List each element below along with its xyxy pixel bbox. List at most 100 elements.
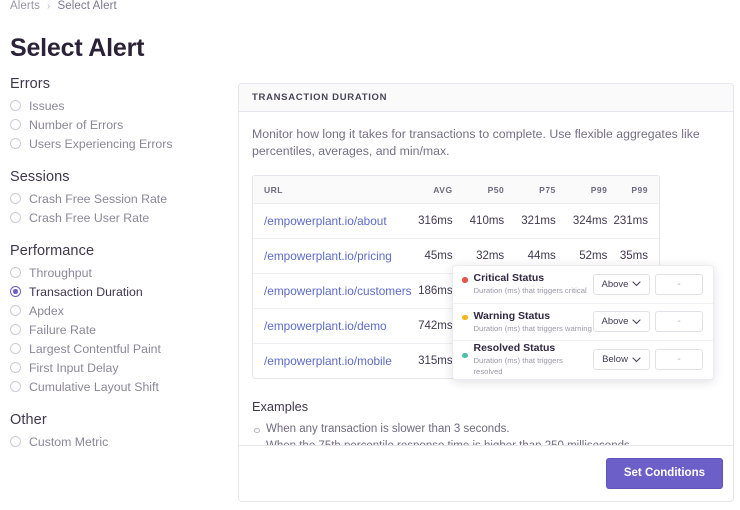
sidebar-group: Errors Issues Number of Errors Users Experi… — [8, 76, 230, 153]
column-header: P75 — [504, 176, 556, 204]
sidebar-option-label: First Input Delay — [29, 360, 119, 375]
radio-button-icon[interactable] — [10, 343, 21, 354]
sidebar-option-label: Users Experiencing Errors — [29, 136, 173, 151]
table-cell-metric: 324ms — [555, 203, 608, 239]
threshold-subtitle: Duration (ms) that triggers critical — [473, 286, 587, 296]
sidebar-option-transaction-duration[interactable]: Transaction Duration — [8, 282, 230, 301]
threshold-title: Warning Status — [473, 309, 551, 322]
threshold-row: Resolved Status Duration (ms) that trigge… — [453, 341, 713, 379]
radio-button-icon[interactable] — [10, 193, 21, 204]
radio-button-icon[interactable] — [10, 212, 21, 223]
threshold-row: Warning Status Duration (ms) that trigger… — [453, 304, 713, 342]
sidebar-option-label: Cumulative Layout Shift — [29, 379, 159, 394]
table-cell-url[interactable]: /empowerplant.io/mobile — [253, 344, 401, 379]
status-dot-icon — [462, 352, 468, 359]
sidebar-option-label: Custom Metric — [29, 434, 109, 449]
card-footer: Set Conditions — [239, 445, 733, 501]
table-cell-url[interactable]: /empowerplant.io/pricing — [253, 238, 401, 274]
radio-button-icon[interactable] — [10, 286, 21, 297]
radio-button-icon[interactable] — [10, 100, 21, 111]
threshold-title: Critical Status — [473, 272, 545, 285]
column-header: URL — [253, 176, 401, 204]
table-cell-metric: 315ms — [418, 355, 453, 367]
threshold-row: Critical Status Duration (ms) that trigge… — [453, 266, 713, 304]
sidebar-option-issues[interactable]: Issues — [8, 96, 230, 115]
breadcrumb: Alerts › Select Alert — [10, 0, 117, 12]
sidebar-group-title: Errors — [10, 76, 51, 92]
chevron-down-icon — [632, 357, 641, 363]
status-dot-icon — [462, 277, 468, 283]
radio-button-icon[interactable] — [10, 138, 21, 149]
comparison-select[interactable]: Below — [593, 349, 650, 371]
breadcrumb-alerts-link[interactable]: Alerts — [10, 0, 40, 12]
threshold-input[interactable]: - — [655, 273, 703, 295]
threshold-text: Critical Status Duration (ms) that trigge… — [474, 272, 594, 296]
comparison-select-value: Below — [602, 354, 628, 366]
comparison-select[interactable]: Above — [593, 311, 650, 333]
table-cell-metric: 321ms — [504, 203, 556, 239]
sidebar-option-number-of-errors[interactable]: Number of Errors — [8, 115, 230, 134]
threshold-title: Resolved Status — [473, 342, 556, 355]
chevron-down-icon — [632, 319, 642, 325]
radio-button-icon[interactable] — [10, 362, 21, 373]
sidebar-option-first-input-delay[interactable]: First Input Delay — [8, 358, 230, 377]
threshold-input-value: - — [677, 316, 681, 328]
threshold-input[interactable]: - — [655, 311, 703, 333]
sidebar-group: Other Custom Metric — [8, 412, 230, 451]
sidebar-option-largest-contentful-paint[interactable]: Largest Contentful Paint — [8, 339, 230, 358]
table-cell-metric: 231ms — [607, 203, 659, 239]
table-row[interactable]: /empowerplant.io/about 316ms 410ms 321ms 324… — [253, 203, 659, 239]
sidebar-option-throughput[interactable]: Throughput — [8, 263, 230, 282]
sidebar-option-crash-free-user-rate[interactable]: Crash Free User Rate — [8, 208, 230, 227]
table-cell-url[interactable]: /empowerplant.io/customers — [253, 273, 412, 309]
set-conditions-button[interactable]: Set Conditions — [605, 458, 723, 489]
radio-button-icon[interactable] — [10, 305, 21, 316]
alert-type-sidebar: Errors Issues Number of Errors Users Experi… — [8, 76, 230, 451]
threshold-input[interactable]: - — [655, 349, 703, 371]
sidebar-option-label: Crash Free Session Rate — [29, 191, 168, 206]
sidebar-option-crash-free-session-rate[interactable]: Crash Free Session Rate — [8, 189, 230, 208]
radio-button-icon[interactable] — [10, 324, 21, 335]
metrics-table-head: URL AVG P50 P75 P99 P99 — [253, 176, 659, 204]
sidebar-option-cumulative-layout-shift[interactable]: Cumulative Layout Shift — [8, 377, 230, 396]
breadcrumb-current: Select Alert — [57, 0, 117, 12]
sidebar-option-label: Largest Contentful Paint — [29, 341, 161, 356]
column-header: P99 — [607, 176, 659, 204]
comparison-select-value: Above — [601, 278, 629, 290]
column-header: AVG — [401, 176, 453, 204]
threshold-popup: Critical Status Duration (ms) that trigge… — [452, 265, 714, 380]
column-header: P50 — [452, 176, 505, 204]
sidebar-option-failure-rate[interactable]: Failure Rate — [8, 320, 230, 339]
sidebar-option-custom-metric[interactable]: Custom Metric — [8, 432, 230, 451]
sidebar-option-label: Number of Errors — [29, 117, 124, 132]
threshold-subtitle: Duration (ms) that triggers warning — [473, 323, 592, 333]
table-cell-metric: 45ms — [401, 238, 453, 274]
sidebar-group-title: Sessions — [10, 169, 70, 185]
radio-button-icon[interactable] — [10, 436, 21, 447]
example-item: When any transaction is slower than 3 se… — [252, 421, 720, 438]
threshold-text: Resolved Status Duration (ms) that trigge… — [474, 342, 594, 377]
radio-button-icon[interactable] — [10, 119, 21, 130]
sidebar-option-label: Throughput — [29, 265, 92, 280]
threshold-input-value: - — [677, 278, 681, 290]
sidebar-option-apdex[interactable]: Apdex — [8, 301, 230, 320]
table-cell-metric: 742ms — [401, 308, 453, 344]
radio-button-icon[interactable] — [10, 381, 21, 392]
page-title: Select Alert — [10, 33, 145, 62]
table-header-row: URL AVG P50 P75 P99 P99 — [253, 176, 659, 204]
card-description: Monitor how long it takes for transactio… — [252, 127, 700, 158]
sidebar-option-label: Issues — [29, 98, 65, 113]
table-cell-url[interactable]: /empowerplant.io/demo — [253, 308, 401, 344]
card-header: TRANSACTION DURATION — [239, 84, 733, 112]
comparison-select-value: Above — [601, 316, 629, 328]
threshold-text: Warning Status Duration (ms) that trigger… — [474, 310, 594, 334]
table-cell-url[interactable]: /empowerplant.io/about — [253, 203, 401, 239]
table-cell-metric: 316ms — [401, 203, 453, 239]
comparison-select[interactable]: Above — [593, 273, 650, 295]
sidebar-group-title: Performance — [10, 243, 95, 259]
sidebar-option-label: Failure Rate — [29, 322, 96, 337]
status-dot-icon — [462, 314, 468, 321]
radio-button-icon[interactable] — [10, 267, 21, 278]
column-header: P99 — [555, 176, 608, 204]
sidebar-option-users-experiencing-errors[interactable]: Users Experiencing Errors — [8, 134, 230, 153]
